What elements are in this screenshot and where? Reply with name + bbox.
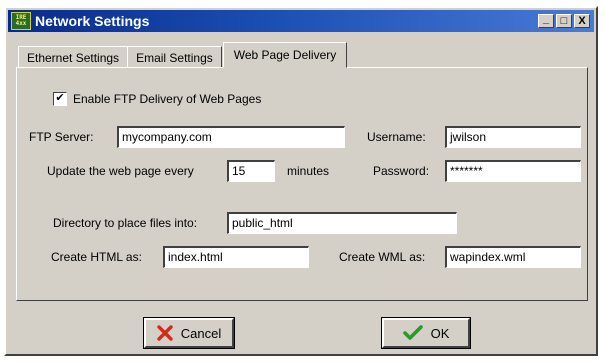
wml-name-label: Create WML as:	[339, 250, 426, 264]
username-label: Username:	[367, 130, 426, 144]
html-name-input[interactable]: index.html	[163, 246, 309, 268]
tab-label: Ethernet Settings	[27, 50, 120, 65]
ftp-server-label: FTP Server:	[29, 130, 94, 144]
tab-label: Email Settings	[136, 50, 213, 65]
close-button[interactable]: X	[574, 14, 590, 28]
update-every-label: Update the web page every	[47, 164, 194, 178]
cancel-label: Cancel	[180, 325, 222, 341]
checkmark-icon: ✔	[55, 92, 65, 104]
tab-label: Web Page Delivery	[233, 48, 337, 62]
tab-web-page-delivery[interactable]: Web Page Delivery	[222, 42, 348, 68]
tab-ethernet-settings[interactable]: Ethernet Settings	[18, 46, 129, 68]
minimize-button[interactable]: _	[538, 13, 554, 28]
directory-input[interactable]: public_html	[227, 212, 457, 234]
window-title: Network Settings	[35, 13, 150, 29]
username-input[interactable]: jwilson	[445, 126, 581, 148]
green-check-icon	[402, 325, 423, 341]
enable-ftp-checkbox-row[interactable]: ✔ Enable FTP Delivery of Web Pages	[53, 92, 261, 106]
ok-label: OK	[430, 325, 450, 341]
enable-ftp-label: Enable FTP Delivery of Web Pages	[73, 92, 262, 106]
maximize-button[interactable]: □	[556, 14, 572, 28]
web-page-delivery-panel: ✔ Enable FTP Delivery of Web Pages FTP S…	[16, 67, 588, 301]
maximize-icon: □	[560, 15, 568, 27]
update-unit-label: minutes	[287, 164, 330, 178]
cancel-button[interactable]: Cancel	[143, 317, 235, 349]
html-name-label: Create HTML as:	[51, 250, 142, 264]
app-icon-text: IRE 4xx	[15, 14, 27, 27]
directory-label: Directory to place files into:	[53, 216, 198, 230]
enable-ftp-checkbox[interactable]: ✔	[53, 92, 67, 106]
minimize-icon: _	[542, 13, 550, 25]
wml-name-input[interactable]: wapindex.wml	[445, 246, 581, 268]
password-label: Password:	[373, 164, 430, 178]
app-icon: IRE 4xx	[11, 12, 31, 30]
network-settings-window: IRE 4xx Network Settings _ □ X Ethernet …	[4, 6, 598, 356]
tab-strip: Ethernet Settings Email Settings Web Pag…	[18, 42, 348, 68]
password-input[interactable]: *******	[445, 160, 581, 182]
ftp-server-input[interactable]: mycompany.com	[117, 126, 345, 148]
close-icon: X	[578, 15, 586, 27]
title-bar[interactable]: IRE 4xx Network Settings _ □ X	[8, 10, 594, 32]
tab-email-settings[interactable]: Email Settings	[127, 46, 222, 68]
update-interval-input[interactable]: 15	[227, 160, 275, 182]
red-x-icon	[157, 325, 173, 341]
ok-button[interactable]: OK	[381, 317, 471, 349]
